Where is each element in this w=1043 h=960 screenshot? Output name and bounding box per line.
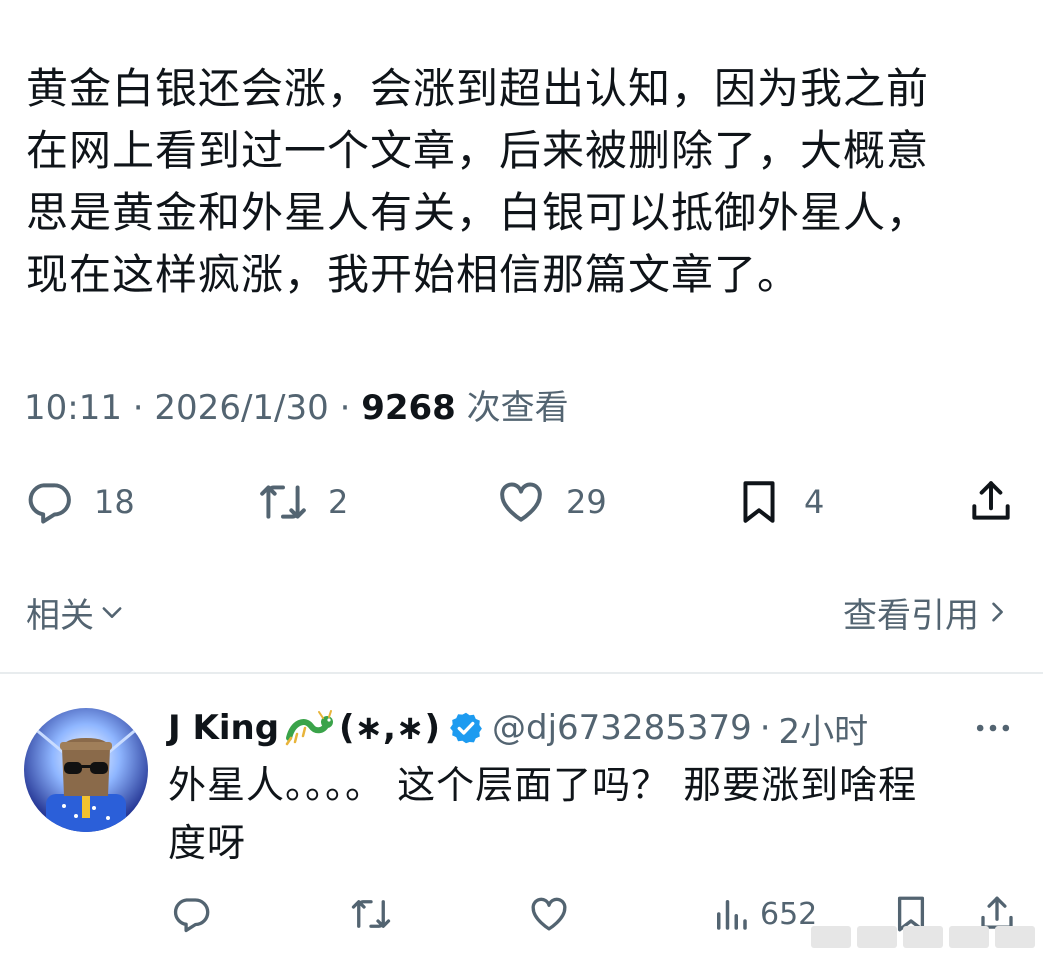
reply-separator: · bbox=[759, 708, 771, 748]
reply-retweet-button[interactable] bbox=[350, 888, 392, 940]
tweet-text: 黄金白银还会涨，会涨到超出认知，因为我之前 在网上看到过一个文章，后来被删除了，… bbox=[26, 64, 930, 299]
reply-reply-button[interactable] bbox=[170, 888, 212, 940]
tweet-meta: 10:11 · 2026/1/30 · 9268 次查看 bbox=[24, 384, 569, 432]
tweet-date: 2026/1/30 bbox=[154, 388, 329, 428]
dragon-emoji-icon bbox=[285, 710, 334, 746]
reply-time[interactable]: 2小时 bbox=[779, 704, 869, 753]
watermark-block bbox=[857, 926, 897, 948]
verified-badge-icon bbox=[450, 712, 482, 744]
reply-handle[interactable]: @dj673285379 bbox=[492, 708, 752, 748]
retweet-icon bbox=[351, 900, 391, 928]
reply-header: J King (∗,∗) @dj673285379 · 2小时 bbox=[168, 700, 868, 756]
like-icon bbox=[500, 482, 542, 522]
retweet-button[interactable]: 2 bbox=[258, 472, 348, 532]
view-quotes-link[interactable]: 查看引用 bbox=[843, 584, 1011, 640]
chevron-right-icon bbox=[992, 602, 1003, 622]
tweet-action-bar: 18 2 29 4 bbox=[0, 472, 1043, 532]
reply-views-count: 652 bbox=[760, 896, 818, 932]
share-button[interactable] bbox=[966, 472, 1016, 532]
avatar-image bbox=[24, 708, 148, 832]
reply-like-button[interactable] bbox=[528, 888, 570, 940]
reply-views-button[interactable]: 652 bbox=[710, 888, 817, 940]
reply-icon bbox=[173, 898, 210, 933]
chevron-down-icon bbox=[102, 607, 122, 618]
retweet-icon bbox=[260, 485, 306, 519]
tweet-time: 10:11 bbox=[24, 388, 122, 428]
like-count: 29 bbox=[566, 483, 607, 521]
like-icon bbox=[531, 897, 567, 931]
bookmark-icon bbox=[743, 481, 775, 523]
divider bbox=[0, 672, 1043, 674]
view-quotes-label: 查看引用 bbox=[843, 595, 979, 636]
watermark-block bbox=[949, 926, 989, 948]
bookmark-button[interactable]: 4 bbox=[734, 472, 824, 532]
reply-icon bbox=[28, 483, 71, 524]
watermark-block bbox=[811, 926, 851, 948]
more-icon[interactable] bbox=[971, 706, 1015, 750]
reply-text: 外星人。。。。 这个层面了吗？ 那要涨到啥程 度呀 bbox=[168, 763, 918, 865]
watermark-overlay bbox=[811, 926, 1035, 952]
retweet-count: 2 bbox=[328, 483, 349, 521]
related-label: 相关 bbox=[26, 595, 94, 636]
related-dropdown[interactable]: 相关 bbox=[26, 584, 126, 640]
bookmark-count: 4 bbox=[804, 483, 825, 521]
reply-name-suffix: (∗,∗) bbox=[339, 708, 441, 748]
views-count: 9268 bbox=[361, 388, 456, 428]
views-label[interactable]: 次查看 bbox=[467, 388, 569, 428]
like-button[interactable]: 29 bbox=[496, 472, 607, 532]
reply-count: 18 bbox=[94, 483, 135, 521]
watermark-block bbox=[995, 926, 1035, 948]
share-icon bbox=[972, 481, 1010, 520]
meta-separator: · bbox=[339, 388, 351, 428]
views-icon bbox=[717, 900, 747, 930]
reply-display-name[interactable]: J King bbox=[168, 708, 279, 748]
meta-separator: · bbox=[132, 388, 144, 428]
watermark-block bbox=[903, 926, 943, 948]
reply-button[interactable]: 18 bbox=[24, 472, 135, 532]
related-bar: 相关 查看引用 bbox=[0, 584, 1043, 640]
avatar[interactable] bbox=[24, 708, 148, 832]
